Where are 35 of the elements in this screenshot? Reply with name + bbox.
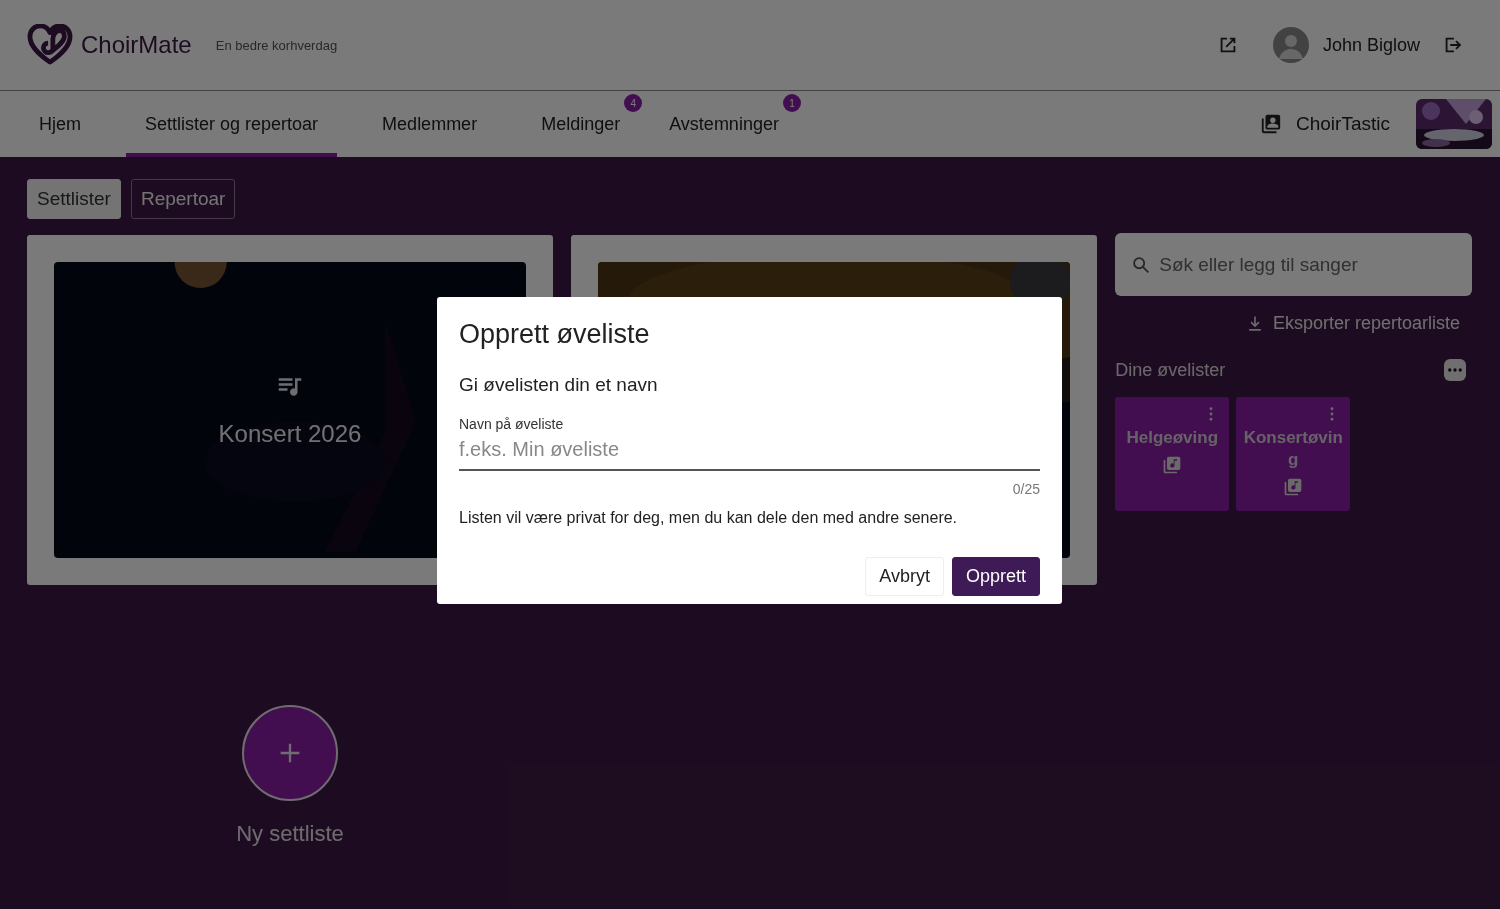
search-field[interactable]: Søk eller legg til sanger [1115, 233, 1472, 296]
kebab-menu-icon[interactable] [1209, 407, 1214, 421]
practice-list-tile[interactable]: Konsertøving [1236, 397, 1351, 511]
nav-tab[interactable]: Hjem [20, 91, 100, 157]
contact-book-icon [1260, 113, 1282, 135]
music-library-icon [1283, 477, 1304, 498]
avatar[interactable] [1272, 27, 1309, 63]
nav-tab[interactable]: Avstemninger [650, 91, 783, 157]
more-button[interactable] [1444, 359, 1466, 381]
view-toggle-button[interactable]: Repertoar [130, 179, 236, 219]
character-counter: 0/25 [1012, 481, 1040, 497]
setlist-title: Konsert 2026 [218, 420, 362, 448]
nav-tab[interactable]: Meldinger [522, 91, 625, 157]
export-button[interactable]: Eksporter repertoarliste [1238, 312, 1466, 335]
new-setlist-label: Ny settliste [236, 821, 344, 847]
practice-list-name: Konsertøving [1242, 427, 1344, 472]
more-icon [1447, 367, 1463, 373]
music-library-icon [1162, 455, 1183, 476]
cancel-button[interactable]: Avbryt [865, 557, 944, 596]
create-button[interactable]: Opprett [951, 557, 1040, 596]
name-field[interactable]: f.eks. Min øveliste [459, 432, 1040, 471]
practice-list-name: Helgeøving [1125, 427, 1220, 449]
app-logo[interactable]: ChoirMate [81, 31, 192, 59]
tagline: En bedre korhverdag [215, 37, 338, 53]
view-toggle-button[interactable]: Settlister [27, 179, 121, 219]
nav-tab[interactable]: Medlemmer [363, 91, 497, 157]
section-title: Dine øvelister [1115, 359, 1226, 381]
kebab-menu-icon[interactable] [1330, 407, 1335, 421]
nav-tab[interactable]: Settlister og repertoar [126, 91, 338, 157]
practice-list-tile[interactable]: Helgeøving [1115, 397, 1230, 511]
user-name[interactable]: John Biglow [1322, 34, 1420, 56]
choir-name[interactable]: ChoirTastic [1296, 113, 1390, 135]
heart-logo-icon [27, 24, 73, 66]
count-badge: 4 [624, 94, 643, 112]
count-badge: 1 [782, 94, 801, 112]
